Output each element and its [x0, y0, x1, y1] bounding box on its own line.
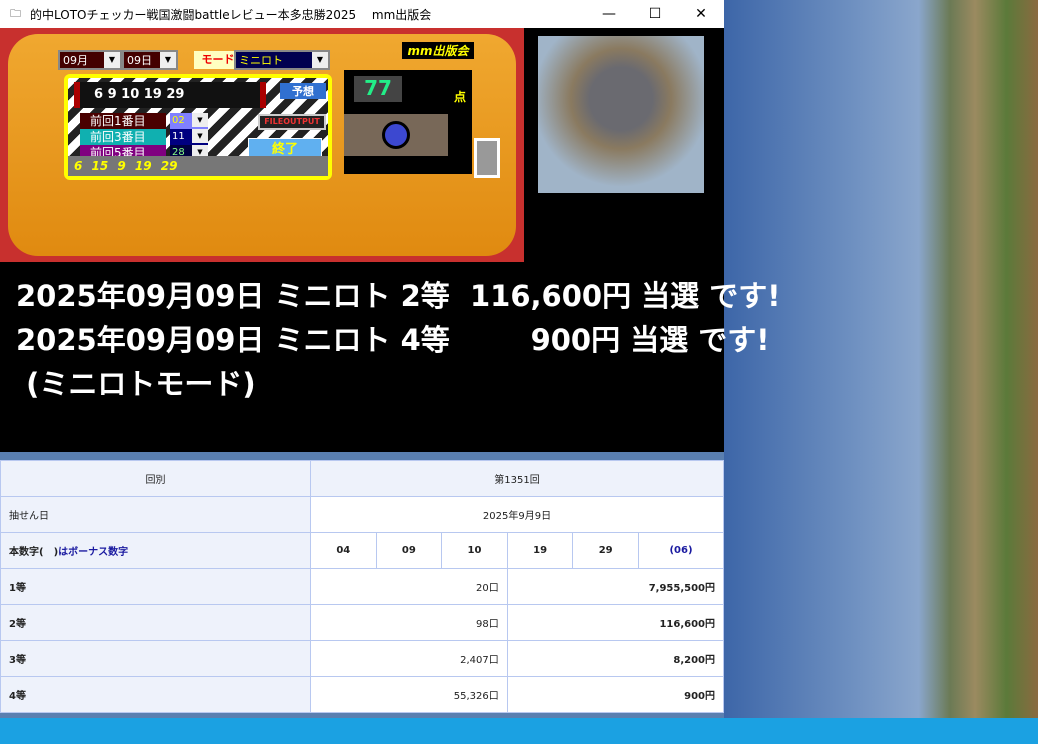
result-mode: (ミニロトモード) [16, 367, 256, 401]
previous-3-select[interactable]: 11 ▼ [170, 129, 208, 145]
close-button[interactable]: ✕ [678, 6, 724, 22]
prize-rank: 1等 [0, 568, 311, 605]
bonus-number-cell: (06) [637, 532, 725, 569]
eye-icon [382, 121, 410, 149]
prediction-display: 6 9 10 19 29 [74, 82, 266, 108]
number-cell: 09 [375, 532, 443, 569]
date-value: 2025年9月9日 [310, 496, 724, 533]
table-row: 抽せん日 2025年9月9日 [0, 496, 724, 533]
result-line: 2025年09月09日 ミニロト 4等 900円 当選 です! [16, 323, 770, 357]
file-output-button[interactable]: FILEOUTPUT [258, 114, 326, 130]
previous-3-label: 前回3番目 [80, 129, 166, 145]
mode-select[interactable]: ミニロト ▼ [234, 50, 330, 70]
app-window: 🗀 的中LOTOチェッカー戦国激闘battleレビュー本多忠勝2025 mm出版… [0, 0, 781, 452]
numbers-label-bonus: はボーナス数字 [58, 547, 129, 558]
prize-amount: 7,955,500円 [506, 568, 725, 605]
table-row: 4等 55,326口 900円 [0, 676, 725, 713]
prize-amount: 8,200円 [506, 640, 725, 677]
round-value: 第1351回 [310, 460, 724, 497]
number-cell: 10 [441, 532, 508, 569]
month-select[interactable]: 09月 ▼ [58, 50, 122, 70]
previous-3-value: 11 [172, 131, 185, 142]
window-title: 的中LOTOチェッカー戦国激闘battleレビュー本多忠勝2025 mm出版会 [30, 7, 432, 22]
results-table: 回別 第1351回 抽せん日 2025年9月9日 本数字( )はボーナス数字 04 … [0, 460, 725, 713]
table-row: 1等 20口 7,955,500円 [0, 568, 725, 605]
chevron-down-icon: ▼ [312, 52, 328, 68]
eye-button[interactable] [344, 114, 448, 156]
result-line: 2025年09月09日 ミニロト 2等 116,600円 当選 です! [16, 279, 781, 313]
prize-rank: 2等 [0, 604, 311, 641]
score-box: 77 点 [344, 70, 472, 174]
prize-amount: 116,600円 [506, 604, 725, 641]
device-case: 09月 ▼ 09日 ▼ モード ミニロト ▼ mm出版会 6 9 10 19 29 予… [8, 34, 516, 256]
number-cell: 04 [310, 532, 377, 569]
warrior-image [538, 36, 704, 193]
table-row: 本数字( )はボーナス数字 04 09 10 19 29 (06) [0, 532, 725, 569]
round-label: 回別 [0, 460, 311, 497]
prediction-panel: 6 9 10 19 29 予想 FILEOUTPUT 終了 前回1番目 02 ▼ … [64, 74, 332, 180]
previous-1-select[interactable]: 02 ▼ [170, 113, 208, 129]
numbers-label-main: 本数字( ) [9, 547, 59, 558]
predict-button[interactable]: 予想 [280, 83, 326, 99]
last-numbers: 6 15 9 19 29 [68, 156, 328, 176]
checker-device: 09月 ▼ 09日 ▼ モード ミニロト ▼ mm出版会 6 9 10 19 29 予… [0, 28, 524, 262]
numbers-label: 本数字( )はボーナス数字 [0, 532, 311, 569]
chevron-down-icon: ▼ [160, 52, 176, 68]
chevron-down-icon: ▼ [192, 129, 208, 143]
maximize-button[interactable]: ☐ [632, 6, 678, 22]
app-icon: 🗀 [10, 6, 21, 20]
table-row: 2等 98口 116,600円 [0, 604, 725, 641]
result-message: 2025年09月09日 ミニロト 2等 116,600円 当選 です! 2025年… [16, 274, 781, 406]
title-bar: 🗀 的中LOTOチェッカー戦国激闘battleレビュー本多忠勝2025 mm出版… [0, 0, 724, 28]
prize-rank: 3等 [0, 640, 311, 677]
brand-logo: mm出版会 [402, 42, 474, 59]
prize-count: 98口 [310, 604, 508, 641]
score-display: 77 [354, 76, 402, 102]
table-row: 回別 第1351回 [0, 460, 724, 497]
prize-count: 55,326口 [310, 676, 508, 713]
chevron-down-icon: ▼ [104, 52, 120, 68]
number-cell: 19 [506, 532, 574, 569]
chevron-down-icon: ▼ [192, 113, 208, 127]
prize-count: 2,407口 [310, 640, 508, 677]
day-value: 09日 [127, 54, 152, 67]
table-row: 3等 2,407口 8,200円 [0, 640, 725, 677]
mode-value: ミニロト [239, 54, 283, 67]
previous-1-label: 前回1番目 [80, 113, 166, 129]
statue-image[interactable] [474, 138, 500, 178]
prize-count: 20口 [310, 568, 508, 605]
prize-rank: 4等 [0, 676, 311, 713]
minimize-button[interactable]: — [586, 6, 632, 22]
number-cell: 29 [572, 532, 639, 569]
month-value: 09月 [63, 54, 88, 67]
prize-amount: 900円 [506, 676, 725, 713]
date-label: 抽せん日 [0, 496, 311, 533]
taskbar [0, 718, 1038, 744]
score-unit: 点 [453, 90, 466, 104]
previous-1-value: 02 [172, 115, 185, 126]
day-select[interactable]: 09日 ▼ [122, 50, 178, 70]
